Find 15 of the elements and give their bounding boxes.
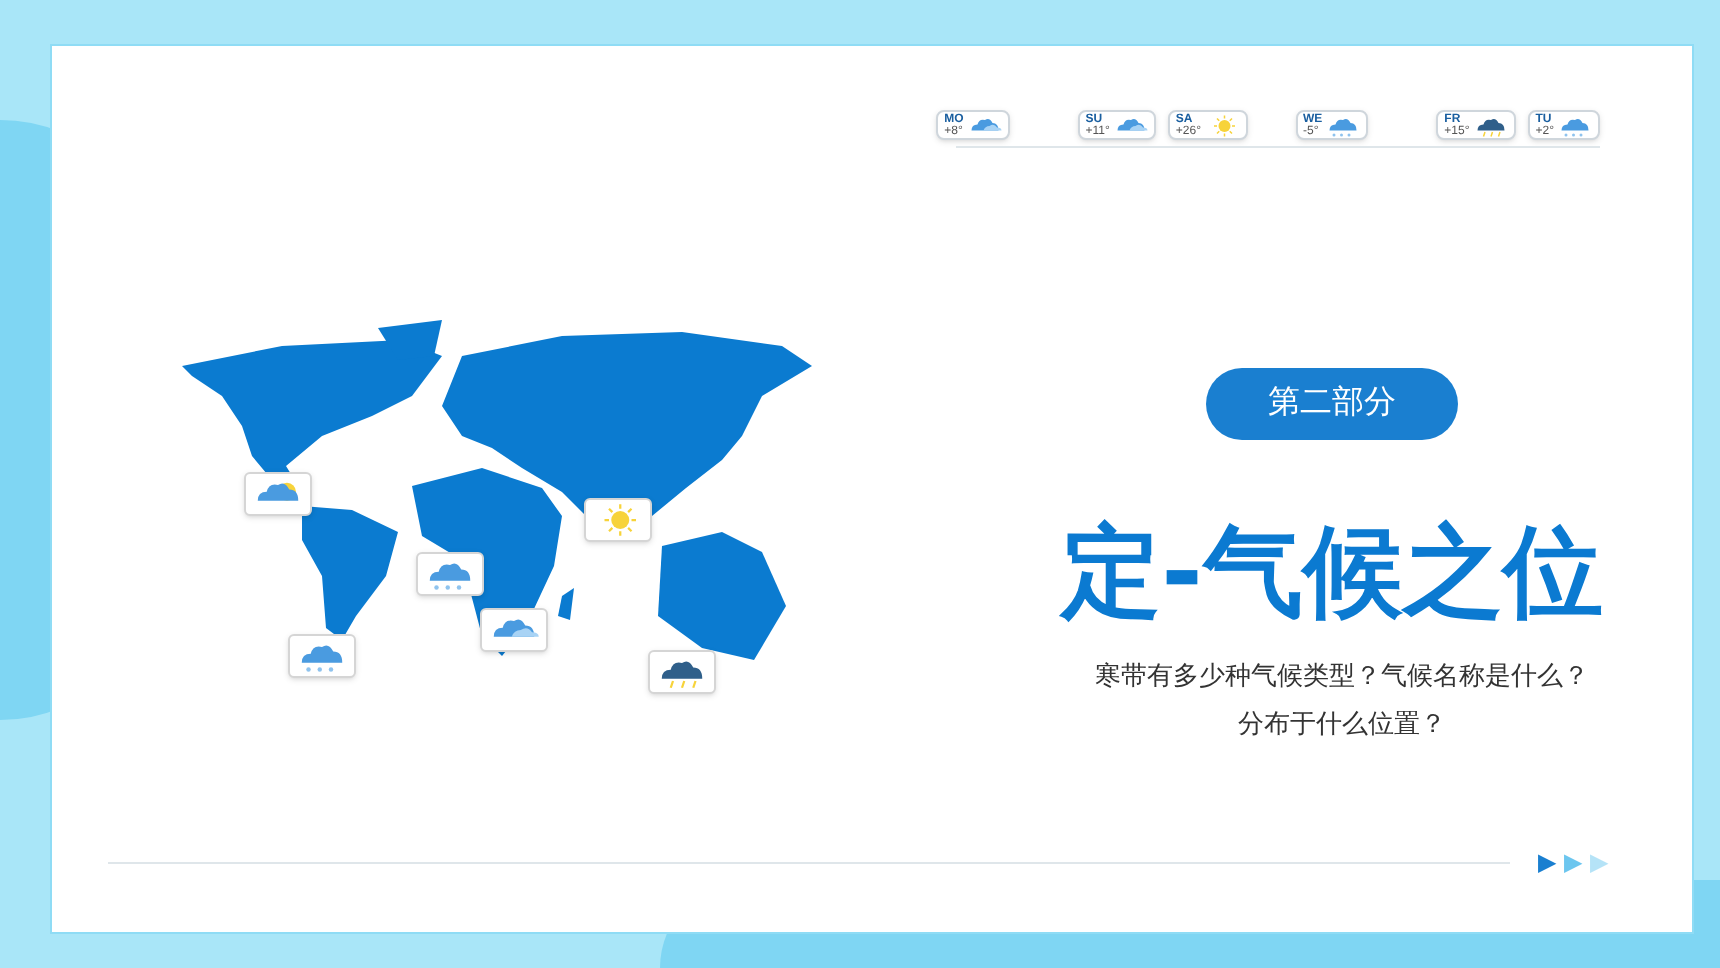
slide-title: 定-气候之位 bbox=[1061, 512, 1603, 632]
cloud-icon bbox=[1113, 113, 1148, 137]
storm-cloud-icon bbox=[1473, 113, 1508, 137]
arrow-mark: ▶ bbox=[1538, 846, 1556, 880]
continent-shape bbox=[302, 506, 398, 640]
arrow-mark: ▶ bbox=[1564, 846, 1582, 880]
arrow-mark: ▶ bbox=[1590, 846, 1608, 880]
subtitle-line: 寒带有多少种气候类型？气候名称是什么？ bbox=[1095, 658, 1589, 694]
cloud-icon bbox=[967, 113, 1002, 137]
subtitle-line: 分布于什么位置？ bbox=[1238, 705, 1446, 741]
snow-cloud-icon bbox=[1558, 113, 1592, 137]
snow-cloud-icon bbox=[1326, 113, 1361, 137]
island-shape bbox=[378, 320, 442, 360]
island-shape bbox=[558, 588, 574, 620]
section-badge: 第二部分 bbox=[1206, 368, 1458, 440]
